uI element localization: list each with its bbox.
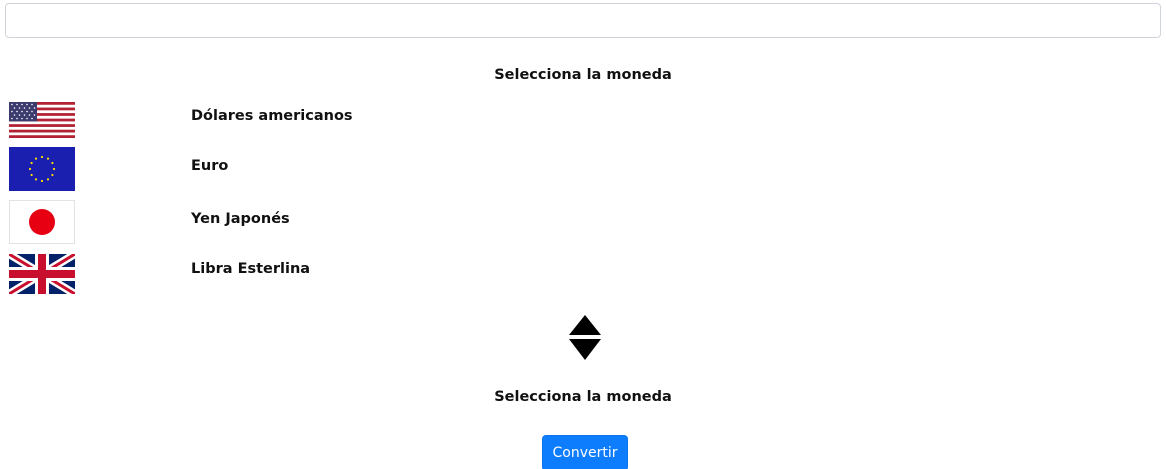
currency-option-usd[interactable]: Dólares americanos [9,102,429,146]
currency-label: Euro [191,158,229,174]
convert-button[interactable]: Convertir [542,435,628,469]
usa-flag-icon [9,102,75,146]
uk-flag-icon [9,254,75,298]
japan-flag-icon [9,200,75,244]
currency-converter-page: Selecciona la moneda Dólares americanos … [0,0,1166,469]
to-currency-heading: Selecciona la moneda [494,389,672,405]
amount-input[interactable] [5,3,1161,38]
from-currency-heading: Selecciona la moneda [494,67,672,83]
swap-updown-icon[interactable] [568,314,602,362]
currency-option-gbp[interactable]: Libra Esterlina [9,254,429,298]
currency-label: Dólares americanos [191,108,353,124]
eu-flag-icon [9,147,75,191]
currency-label: Libra Esterlina [191,261,311,277]
currency-option-jpy[interactable]: Yen Japonés [9,200,429,244]
currency-label: Yen Japonés [191,211,290,227]
currency-option-eur[interactable]: Euro [9,147,429,191]
